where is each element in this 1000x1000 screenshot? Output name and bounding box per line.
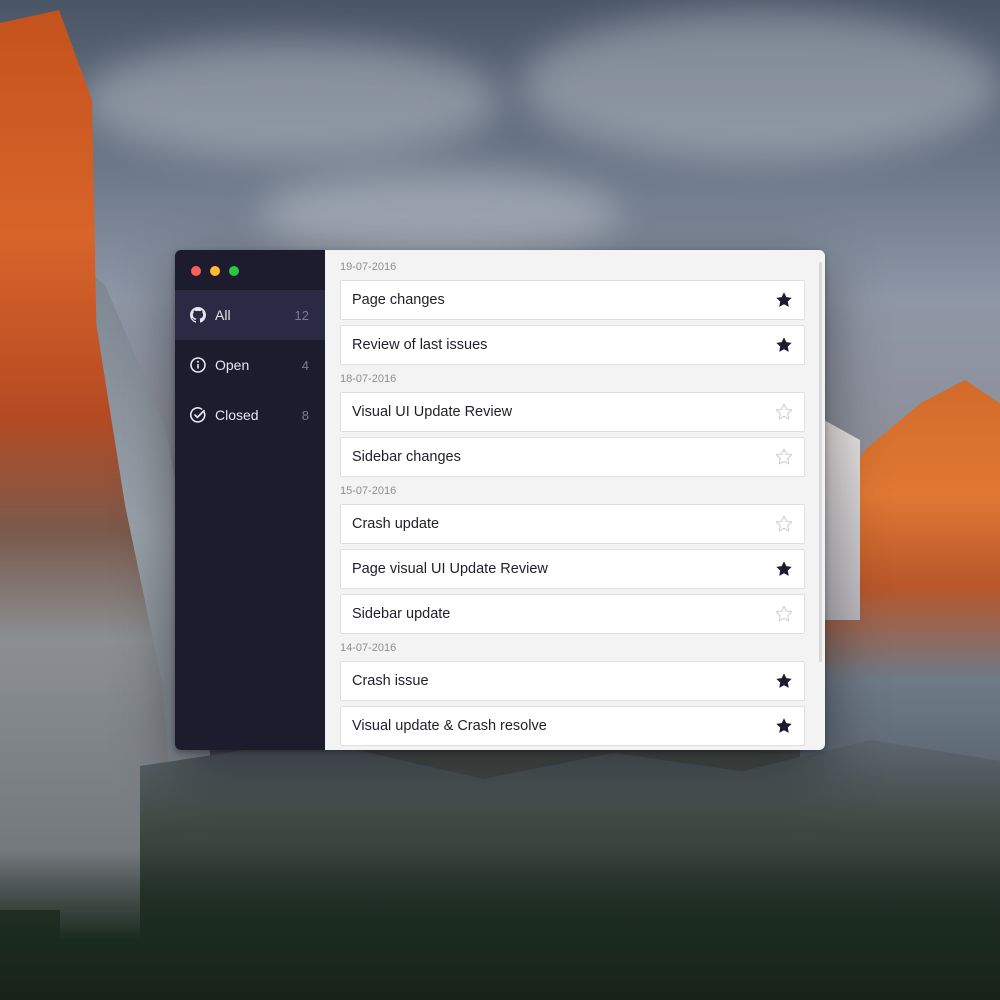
list-item[interactable]: Visual update & Crash resolve — [340, 706, 805, 746]
date-header: 14-07-2016 — [340, 642, 397, 654]
star-filled-icon[interactable] — [775, 336, 793, 354]
close-window-button[interactable] — [191, 266, 201, 276]
list-item[interactable]: Crash issue — [340, 661, 805, 701]
star-outline-icon[interactable] — [775, 515, 793, 533]
star-outline-icon[interactable] — [775, 605, 793, 623]
star-filled-icon[interactable] — [775, 717, 793, 735]
issue-title: Crash issue — [352, 673, 429, 689]
issue-list-panel: 19-07-2016 Page changes Review of last iss… — [325, 250, 825, 750]
window-controls — [175, 250, 325, 290]
list-item[interactable]: Sidebar changes — [340, 437, 805, 477]
date-group: 15-07-2016 Crash update Page visual UI Upd… — [340, 482, 805, 634]
star-outline-icon[interactable] — [775, 403, 793, 421]
sidebar-item-count: 4 — [301, 357, 309, 373]
app-window: All 12 Open 4 Closed 8 19-07-2016 Page changes… — [175, 250, 825, 750]
issue-title: Visual update & Crash resolve — [352, 718, 547, 734]
sidebar-item-count: 12 — [294, 307, 309, 323]
date-header: 15-07-2016 — [340, 485, 397, 497]
sidebar: All 12 Open 4 Closed 8 — [175, 250, 325, 750]
sidebar-item-count: 8 — [301, 407, 309, 423]
date-group: 18-07-2016 Visual UI Update Review Sidebar… — [340, 370, 805, 477]
sidebar-item-label: Closed — [215, 407, 259, 423]
check-circle-icon — [190, 407, 206, 423]
list-item[interactable]: Review of last issues — [340, 325, 805, 365]
date-group: 19-07-2016 Page changes Review of last iss… — [340, 258, 805, 365]
date-group: 14-07-2016 Crash issue Visual update & Cra… — [340, 639, 805, 746]
issue-title: Page changes — [352, 292, 445, 308]
sidebar-item-open[interactable]: Open 4 — [175, 340, 325, 390]
issue-title: Crash update — [352, 516, 440, 532]
list-item[interactable]: Sidebar update — [340, 594, 805, 634]
star-outline-icon[interactable] — [775, 448, 793, 466]
star-filled-icon[interactable] — [775, 560, 793, 578]
sidebar-item-label: Open — [215, 357, 250, 373]
issue-title: Sidebar update — [352, 606, 451, 622]
sidebar-item-closed[interactable]: Closed 8 — [175, 390, 325, 440]
sidebar-nav: All 12 Open 4 Closed 8 — [175, 290, 325, 440]
issue-title: Page visual UI Update Review — [352, 561, 548, 577]
info-circle-icon — [190, 357, 206, 373]
issue-title: Review of last issues — [352, 337, 488, 353]
zoom-window-button[interactable] — [229, 266, 239, 276]
github-icon — [190, 307, 206, 323]
list-item[interactable]: Page changes — [340, 280, 805, 320]
scrollbar[interactable] — [819, 262, 822, 662]
issue-title: Visual UI Update Review — [352, 404, 513, 420]
star-filled-icon[interactable] — [775, 672, 793, 690]
list-item[interactable]: Visual UI Update Review — [340, 392, 805, 432]
date-header: 19-07-2016 — [340, 261, 397, 273]
date-header: 18-07-2016 — [340, 373, 397, 385]
sidebar-item-all[interactable]: All 12 — [175, 290, 325, 340]
star-filled-icon[interactable] — [775, 291, 793, 309]
minimize-window-button[interactable] — [210, 266, 220, 276]
sidebar-item-label: All — [215, 307, 231, 323]
list-item[interactable]: Crash update — [340, 504, 805, 544]
issue-title: Sidebar changes — [352, 449, 461, 465]
list-item[interactable]: Page visual UI Update Review — [340, 549, 805, 589]
issue-list: 19-07-2016 Page changes Review of last iss… — [325, 250, 825, 746]
